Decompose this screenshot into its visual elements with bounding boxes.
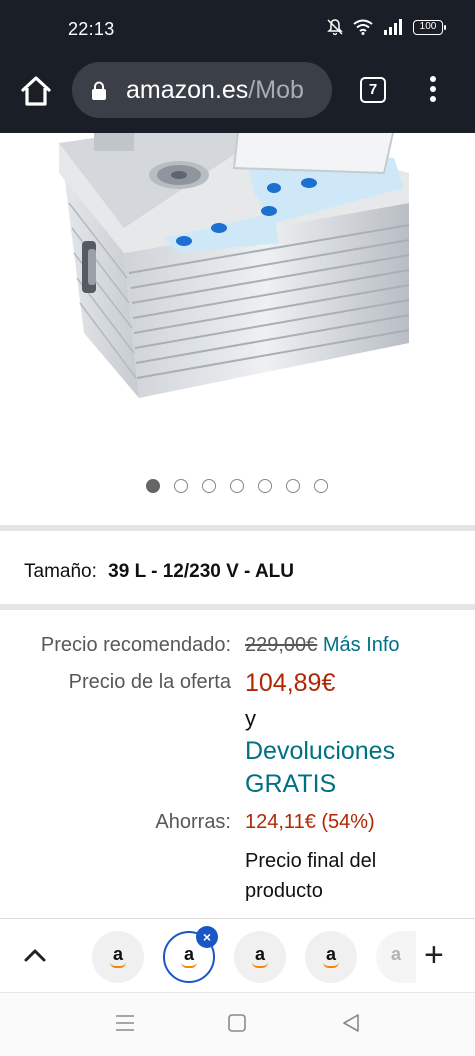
carousel-dot[interactable]	[202, 479, 216, 493]
carousel-dot[interactable]	[286, 479, 300, 493]
carousel-dot[interactable]	[314, 479, 328, 493]
recommended-price: 229,00€	[245, 634, 318, 656]
status-bar: 22:13 100	[0, 0, 475, 58]
tab-thumbnail[interactable]: a	[234, 931, 286, 983]
final-price-note: Precio final del producto	[245, 846, 376, 906]
mute-bell-icon	[327, 19, 343, 36]
home-icon[interactable]	[18, 73, 54, 109]
carousel-dot[interactable]	[174, 479, 188, 493]
final-price-line-1: Precio final del	[245, 850, 377, 872]
size-label: Tamaño:	[24, 561, 97, 582]
free-returns-link[interactable]: Devoluciones GRATIS	[245, 735, 395, 801]
returns-line-1: Devoluciones	[245, 737, 396, 765]
chevron-up-icon[interactable]	[22, 945, 48, 965]
recommended-price-row: 229,00€ Más Info	[245, 634, 400, 657]
tab-switcher-button[interactable]: 7	[360, 77, 386, 103]
savings-value: 124,11€ (54%)	[245, 811, 375, 833]
status-icons: 100	[327, 18, 446, 36]
url-path: /Mob	[248, 76, 304, 104]
savings-label: Ahorras:	[155, 811, 231, 833]
url-host: amazon.es	[126, 76, 249, 104]
wifi-icon	[353, 19, 373, 35]
cooler-box-illustration	[59, 133, 410, 398]
amazon-logo-icon: a	[390, 943, 401, 964]
tab-strip: a a × a a a +	[0, 918, 475, 992]
final-price-line-2: producto	[245, 880, 323, 902]
url-text: amazon.es/Mob	[126, 76, 304, 105]
new-tab-button[interactable]: +	[424, 938, 444, 972]
battery-icon: 100	[413, 19, 446, 35]
close-tab-icon[interactable]: ×	[196, 926, 218, 948]
recommended-price-label: Precio recomendado:	[40, 634, 231, 656]
section-divider	[0, 525, 475, 531]
offer-price-label: Precio de la oferta	[68, 671, 231, 693]
home-square-icon[interactable]	[227, 1013, 247, 1033]
returns-line-2: GRATIS	[245, 770, 337, 798]
tab-thumbnail[interactable]: a	[376, 931, 416, 983]
section-divider	[0, 604, 475, 610]
tab-thumbnail[interactable]: a	[92, 931, 144, 983]
carousel-dot[interactable]	[258, 479, 272, 493]
signal-icon	[384, 19, 402, 35]
lock-icon	[92, 81, 106, 100]
more-info-link[interactable]: Más Info	[323, 634, 400, 656]
and-text: y	[245, 706, 256, 731]
carousel-dot[interactable]	[230, 479, 244, 493]
status-time: 22:13	[68, 19, 115, 39]
browser-top-bar: 22:13 100 amazon.es/Mob 7	[0, 0, 475, 133]
overflow-menu-icon[interactable]	[422, 76, 444, 106]
carousel-dot[interactable]	[146, 479, 160, 493]
image-carousel-dots	[146, 479, 328, 493]
back-triangle-icon[interactable]	[341, 1013, 361, 1033]
offer-price: 104,89€	[245, 669, 336, 697]
tab-thumbnail[interactable]: a	[305, 931, 357, 983]
size-value: 39 L - 12/230 V - ALU	[108, 561, 295, 582]
product-image[interactable]	[14, 133, 460, 445]
recents-menu-icon[interactable]	[114, 1013, 136, 1033]
system-navigation-bar	[0, 992, 475, 1056]
size-selector[interactable]: Tamaño: 39 L - 12/230 V - ALU	[24, 561, 294, 583]
url-bar[interactable]: amazon.es/Mob	[72, 62, 332, 118]
